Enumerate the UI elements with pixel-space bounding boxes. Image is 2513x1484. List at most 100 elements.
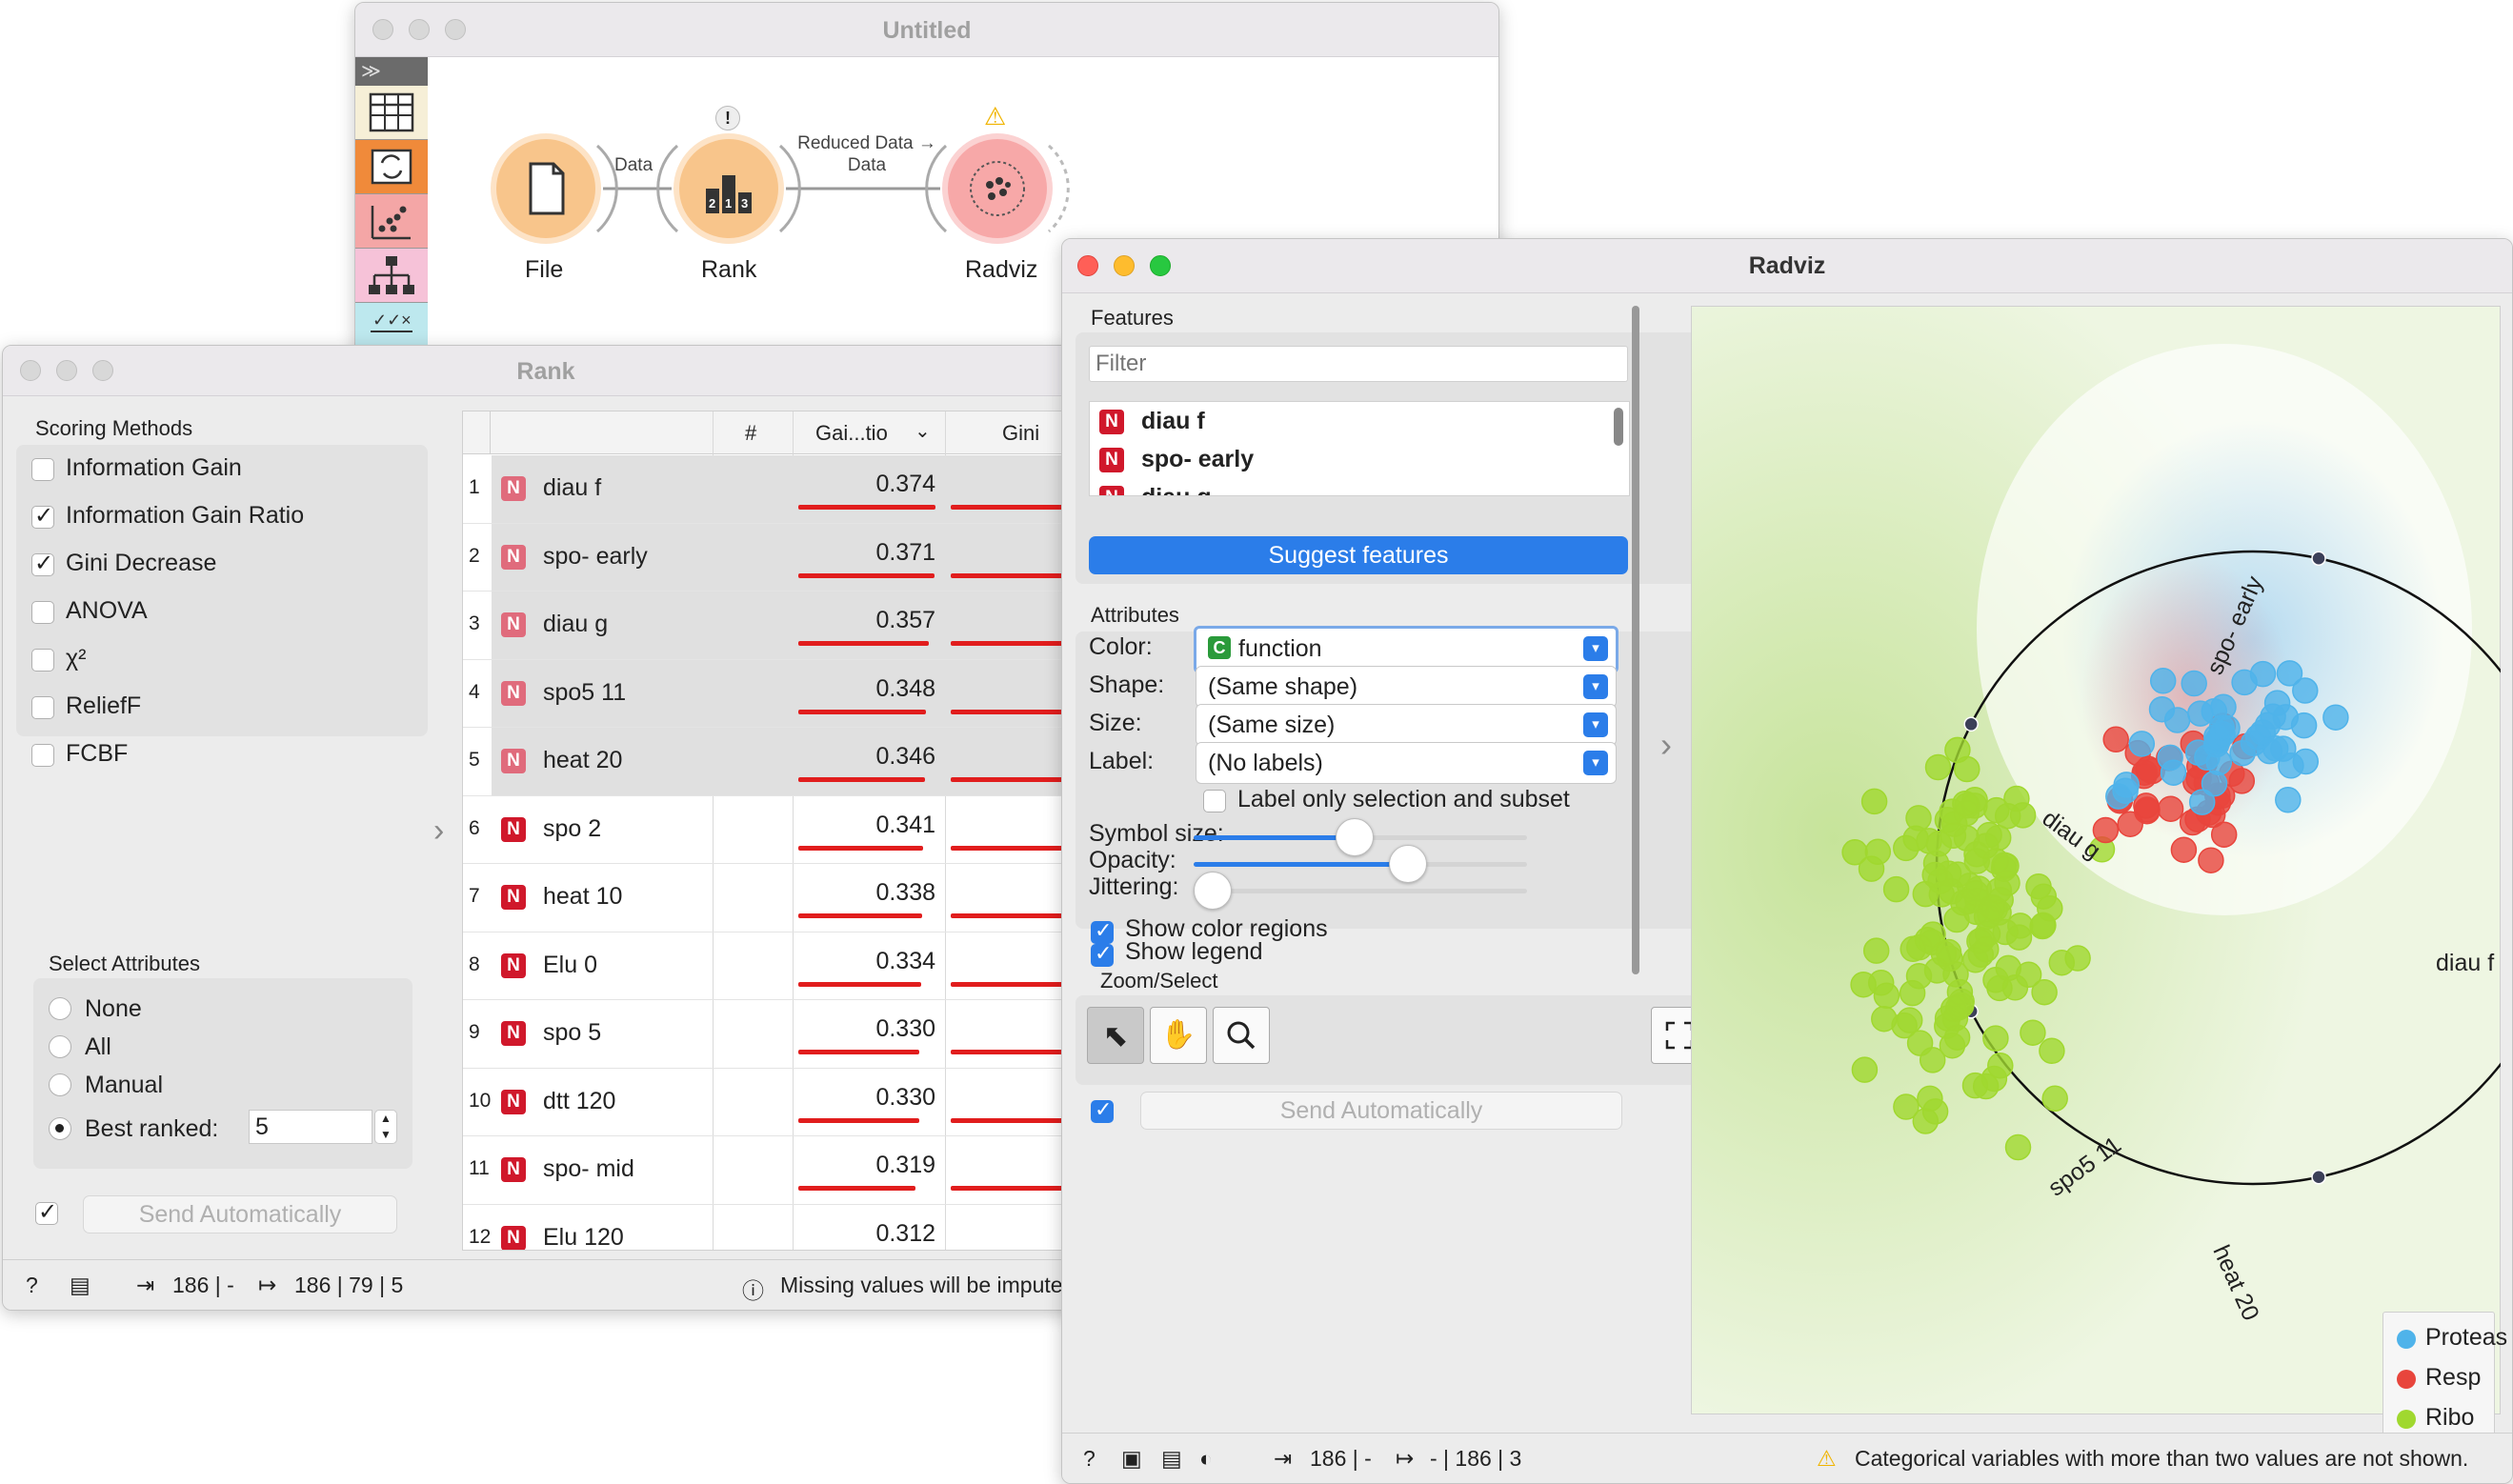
- symbol-size-slider[interactable]: [1335, 818, 1374, 856]
- help-icon[interactable]: ?: [1083, 1446, 1096, 1472]
- show-legend-checkbox[interactable]: [1091, 941, 1114, 967]
- data-point-ribo: [1925, 831, 1953, 857]
- table-row[interactable]: 5Nheat 200.3460.2: [463, 728, 1146, 796]
- features-list[interactable]: N diau f N spo- early N diau g: [1089, 401, 1630, 496]
- show-legend-label: Show legend: [1125, 938, 1263, 965]
- shape-select[interactable]: (Same shape) ▾: [1196, 666, 1617, 708]
- data-point-ribo: [1873, 982, 1900, 1010]
- radio-manual[interactable]: [49, 1073, 71, 1096]
- data-point-proteas: [2128, 731, 2156, 757]
- method-checkbox[interactable]: [31, 550, 54, 577]
- radio-best-ranked-label: Best ranked:: [85, 1115, 219, 1142]
- gain-ratio-value: 0.348: [875, 674, 935, 702]
- send-automatically-button[interactable]: Send Automatically: [1140, 1092, 1622, 1130]
- zoom-tool-button[interactable]: [1213, 1007, 1270, 1064]
- table-row[interactable]: 8NElu 00.3340.2: [463, 933, 1146, 1000]
- method-checkbox[interactable]: [31, 502, 54, 530]
- radio-all[interactable]: [49, 1035, 71, 1058]
- radio-none[interactable]: [49, 997, 71, 1020]
- filter-input[interactable]: [1089, 346, 1628, 382]
- expand-arrow-icon[interactable]: ›: [433, 812, 444, 850]
- col-header-number[interactable]: #: [745, 421, 756, 446]
- gain-ratio-bar: [798, 641, 929, 646]
- gain-ratio-bar: [798, 505, 935, 510]
- gain-ratio-value: 0.374: [875, 471, 935, 497]
- chevron-down-icon: ▾: [1583, 636, 1608, 661]
- cursor-icon: ⬉: [1102, 1018, 1129, 1053]
- opacity-slider[interactable]: [1388, 845, 1427, 883]
- col-header-gini[interactable]: Gini: [1002, 421, 1039, 446]
- save-icon[interactable]: ▣: [1121, 1446, 1142, 1472]
- spin-arrows-icon[interactable]: ▲ ▼: [374, 1110, 397, 1144]
- method-label: Information Gain: [66, 454, 242, 481]
- radio-best-ranked[interactable]: [49, 1117, 71, 1140]
- pointer-tool-button[interactable]: ⬉: [1087, 1007, 1144, 1064]
- attribute-name: spo5 11: [543, 678, 627, 706]
- visual-settings-icon[interactable]: ◐: [1199, 1446, 1213, 1472]
- best-ranked-spinbox[interactable]: 5: [249, 1110, 372, 1144]
- table-row[interactable]: 11Nspo- mid0.3190.2: [463, 1136, 1146, 1205]
- size-select[interactable]: (Same size) ▾: [1196, 704, 1617, 746]
- table-row[interactable]: 12NElu 1200.3120.2: [463, 1205, 1146, 1251]
- data-point-ribo: [2020, 1019, 2046, 1046]
- help-icon[interactable]: ?: [26, 1273, 38, 1298]
- feature-item[interactable]: spo- early: [1141, 446, 1254, 473]
- radviz-titlebar: Radviz: [1062, 239, 2512, 293]
- shape-value: (Same shape): [1208, 673, 1358, 700]
- numeric-icon: N: [501, 680, 526, 706]
- data-point-proteas: [2205, 749, 2233, 776]
- data-point-ribo: [1973, 935, 2000, 963]
- table-row[interactable]: 1Ndiau f0.3740.2: [463, 455, 1146, 524]
- rank-table[interactable]: # Gai...tio ⌄ Gini 1Ndiau f0.3740.22Nspo…: [462, 411, 1146, 1251]
- data-point-proteas: [2113, 772, 2140, 798]
- data-point-proteas: [2149, 668, 2177, 694]
- data-point-ribo: [2031, 978, 2058, 1006]
- method-checkbox[interactable]: [31, 649, 54, 672]
- table-row[interactable]: 6Nspo 20.3410.2: [463, 796, 1146, 864]
- col-header-gain-ratio[interactable]: Gai...tio: [815, 421, 888, 446]
- report-icon[interactable]: ▤: [1161, 1446, 1182, 1472]
- table-row[interactable]: 7Nheat 100.3380.2: [463, 864, 1146, 933]
- table-row[interactable]: 10Ndtt 1200.3300.2: [463, 1069, 1146, 1136]
- method-checkbox[interactable]: [31, 458, 54, 481]
- data-point-ribo: [2004, 1133, 2032, 1161]
- label-only-checkbox[interactable]: [1203, 790, 1226, 812]
- method-checkbox[interactable]: [31, 744, 54, 767]
- attribute-name: heat 10: [543, 883, 623, 910]
- jittering-track[interactable]: [1194, 889, 1527, 893]
- table-row[interactable]: 9Nspo 50.3300.2: [463, 1000, 1146, 1069]
- attribute-name: Elu 120: [543, 1223, 624, 1251]
- data-point-ribo: [1912, 880, 1940, 908]
- sort-chevron-icon[interactable]: ⌄: [915, 419, 931, 443]
- table-row[interactable]: 2Nspo- early0.3710.2: [463, 523, 1146, 592]
- row-number: 4: [469, 680, 480, 703]
- features-title: Features: [1091, 306, 1174, 330]
- radviz-plot-svg[interactable]: [1338, 239, 2512, 1449]
- chevron-down-icon: ▾: [1583, 674, 1608, 699]
- jittering-slider[interactable]: [1194, 872, 1232, 910]
- method-checkbox[interactable]: [31, 696, 54, 719]
- chevron-down-icon: ▾: [1583, 712, 1608, 737]
- table-row[interactable]: 4Nspo5 110.3480.2: [463, 659, 1146, 728]
- link-label-data: Data: [614, 155, 653, 175]
- list-scrollbar[interactable]: [1614, 408, 1623, 446]
- numeric-icon: N: [501, 544, 526, 570]
- row-number: 1: [469, 476, 480, 498]
- row-number: 3: [469, 612, 480, 634]
- radviz-plot[interactable]: Proteas Resp Ribo diau f spo- early diau g…: [1338, 239, 2512, 1449]
- feature-item[interactable]: diau g: [1141, 484, 1212, 495]
- label-select[interactable]: (No labels) ▾: [1196, 742, 1617, 784]
- method-label: χ²: [66, 645, 87, 672]
- table-row[interactable]: 3Ndiau g0.3570.2: [463, 592, 1146, 660]
- method-checkbox[interactable]: [31, 601, 54, 624]
- auto-send-checkbox[interactable]: [35, 1198, 58, 1226]
- pan-tool-button[interactable]: ✋: [1150, 1007, 1207, 1064]
- color-value: function: [1238, 635, 1322, 662]
- send-automatically-button[interactable]: Send Automatically: [83, 1195, 397, 1233]
- suggest-features-button[interactable]: Suggest features: [1089, 536, 1628, 574]
- controls-scrollbar[interactable]: [1632, 306, 1639, 974]
- auto-send-checkbox[interactable]: [1091, 1097, 1114, 1123]
- collapse-panel-icon[interactable]: ›: [1660, 725, 1672, 765]
- feature-item[interactable]: diau f: [1141, 408, 1205, 435]
- report-icon[interactable]: ▤: [70, 1273, 90, 1298]
